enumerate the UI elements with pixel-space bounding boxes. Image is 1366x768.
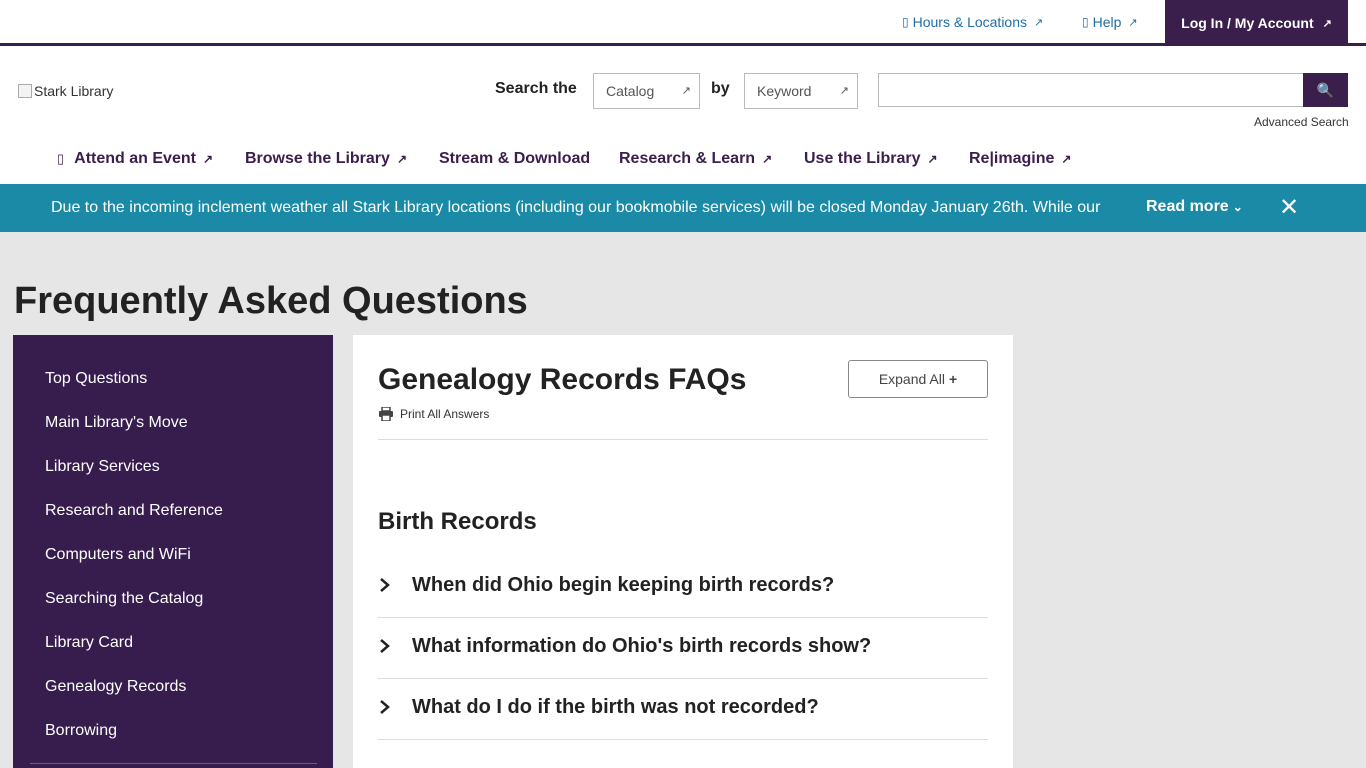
faq-question[interactable]: What do I do if the birth was not record… <box>378 679 988 740</box>
faq-title: Genealogy Records FAQs <box>378 363 747 396</box>
clock-icon: ▯ <box>902 15 909 29</box>
search-button[interactable]: 🔍 <box>1303 73 1348 107</box>
help-label: Help <box>1092 14 1122 30</box>
advanced-search-link[interactable]: Advanced Search <box>1254 115 1349 129</box>
chevron-right-icon <box>380 700 390 714</box>
nav-label: Stream & Download <box>439 150 591 167</box>
expand-all-button[interactable]: Expand All + <box>848 360 988 398</box>
external-link-icon: ↗ <box>1128 16 1138 29</box>
site-header: Stark Library Search the Catalog ↗ by Ke… <box>0 46 1366 184</box>
nav-stream-download[interactable]: Stream & Download <box>439 150 590 168</box>
sidebar-item-computers-wifi[interactable]: Computers and WiFi <box>45 546 191 564</box>
question-text: When did Ohio begin keeping birth record… <box>412 574 835 596</box>
chevron-down-icon: ⌄ <box>1232 200 1243 214</box>
search-field-value: Keyword <box>757 83 812 99</box>
search-field-select[interactable]: Keyword ↗ <box>744 73 858 109</box>
nav-reimagine[interactable]: Re|imagine ↗ <box>969 150 1071 168</box>
faq-question[interactable]: What information do Ohio's birth records… <box>378 618 988 679</box>
external-link-icon: ↗ <box>396 152 407 166</box>
sidebar-item-searching-catalog[interactable]: Searching the Catalog <box>45 590 203 608</box>
chevron-right-icon <box>380 639 390 653</box>
search-label: Search the <box>495 80 577 97</box>
external-link-icon: ↗ <box>202 152 214 166</box>
print-all-answers-link[interactable]: Print All Answers <box>378 407 489 421</box>
sidebar-item-borrowing[interactable]: Borrowing <box>45 722 117 740</box>
search-scope-value: Catalog <box>606 83 655 99</box>
logo[interactable]: Stark Library <box>18 83 113 99</box>
nav-research-learn[interactable]: Research & Learn ↗ <box>619 150 772 168</box>
nav-browse-library[interactable]: Browse the Library ↗ <box>245 150 407 168</box>
sidebar-item-research-reference[interactable]: Research and Reference <box>45 502 223 520</box>
search-icon: 🔍 <box>1316 81 1335 98</box>
chevron-icon: ↗ <box>839 85 849 97</box>
external-link-icon: ↗ <box>1034 16 1044 29</box>
chevron-icon: ↗ <box>681 85 691 97</box>
nav-label: Research & Learn <box>619 150 756 167</box>
nav-label: Use the Library <box>804 150 921 167</box>
help-link[interactable]: ▯ Help ↗ <box>1082 14 1138 30</box>
nav-label: Re|imagine <box>969 150 1055 167</box>
print-label: Print All Answers <box>400 407 490 421</box>
logo-alt-text: Stark Library <box>34 83 114 99</box>
expand-all-label: Expand All <box>878 371 945 387</box>
external-link-icon: ↗ <box>927 152 938 166</box>
alert-text: Due to the incoming inclement weather al… <box>51 199 1101 216</box>
close-icon[interactable]: ✕ <box>1279 196 1299 220</box>
printer-icon <box>379 407 393 421</box>
hours-locations-link[interactable]: ▯ Hours & Locations ↗ <box>902 14 1043 30</box>
chevron-right-icon <box>380 578 390 592</box>
utility-bar: ▯ Hours & Locations ↗ ▯ Help ↗ Log In / … <box>0 0 1366 46</box>
search-scope-select[interactable]: Catalog ↗ <box>593 73 700 109</box>
nav-use-library[interactable]: Use the Library ↗ <box>804 150 938 168</box>
section-heading: Birth Records <box>378 508 537 535</box>
broken-image-icon <box>18 84 32 98</box>
faq-question[interactable]: When did Ohio begin keeping birth record… <box>378 557 988 618</box>
read-more-label: Read more <box>1146 198 1229 215</box>
login-account-button[interactable]: Log In / My Account ↗ <box>1165 0 1348 46</box>
sidebar-item-main-library-move[interactable]: Main Library's Move <box>45 414 188 432</box>
title-divider <box>378 439 988 440</box>
nav-label: Browse the Library <box>245 150 390 167</box>
sidebar-item-top-questions[interactable]: Top Questions <box>45 370 147 388</box>
help-icon: ▯ <box>1082 15 1089 29</box>
plus-icon: + <box>948 371 958 387</box>
sidebar-item-genealogy-records[interactable]: Genealogy Records <box>45 678 186 696</box>
alert-banner: Due to the incoming inclement weather al… <box>0 184 1366 232</box>
question-text: What information do Ohio's birth records… <box>412 635 872 657</box>
search-input[interactable] <box>878 73 1304 107</box>
external-link-icon: ↗ <box>1061 152 1072 166</box>
external-link-icon: ↗ <box>762 152 773 166</box>
sidebar-item-library-card[interactable]: Library Card <box>45 634 133 652</box>
nav-attend-event[interactable]: ▯ Attend an Event ↗ <box>57 150 213 168</box>
question-text: What do I do if the birth was not record… <box>412 696 819 718</box>
external-link-icon: ↗ <box>1322 17 1332 30</box>
calendar-icon: ▯ <box>57 151 65 166</box>
hours-locations-label: Hours & Locations <box>912 14 1028 30</box>
nav-label: Attend an Event <box>74 150 196 167</box>
page-title: Frequently Asked Questions <box>14 280 528 322</box>
sidebar-divider <box>30 763 317 764</box>
faq-card: Genealogy Records FAQs Expand All + Prin… <box>353 335 1013 768</box>
sidebar-item-library-services[interactable]: Library Services <box>45 458 160 476</box>
read-more-button[interactable]: Read more ⌄ <box>1146 198 1243 216</box>
faq-sidebar: Top Questions Main Library's Move Librar… <box>13 335 333 768</box>
search-by-label: by <box>711 80 730 97</box>
login-label: Log In / My Account <box>1181 15 1314 31</box>
